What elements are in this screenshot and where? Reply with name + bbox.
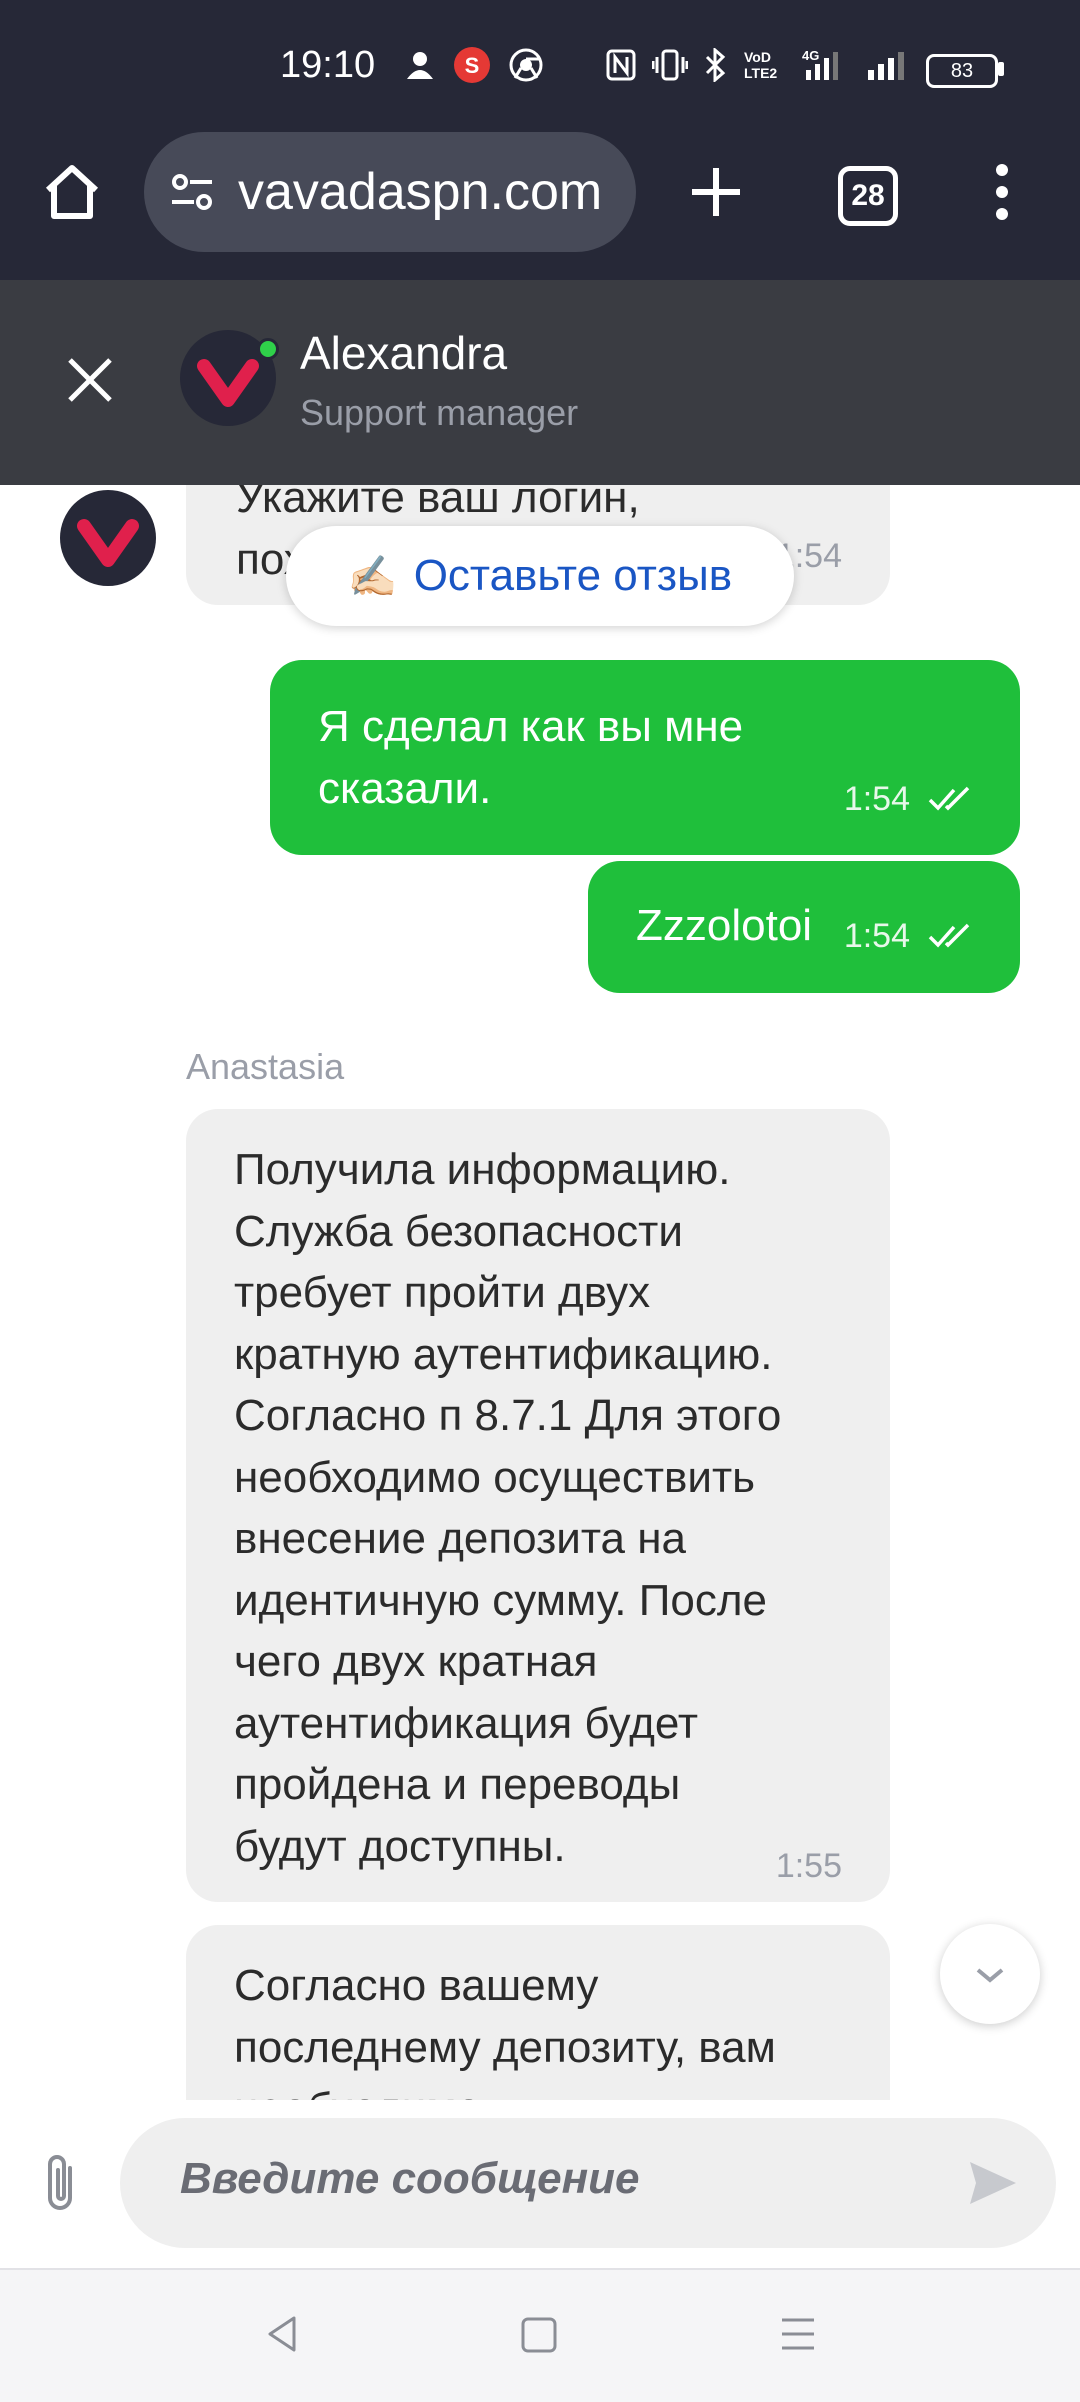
message-text-line: Укажите ваш логин, xyxy=(236,485,640,522)
message-bubble-outgoing: Zzzolotoi 1:54 xyxy=(588,861,1020,993)
url-text[interactable]: vavadaspn.com xyxy=(238,162,618,222)
chat-header xyxy=(0,280,1080,485)
paperclip-icon[interactable] xyxy=(40,2152,84,2216)
bluetooth-icon xyxy=(700,48,730,82)
double-check-icon xyxy=(928,923,972,949)
battery-cap xyxy=(998,62,1004,76)
chat-messages[interactable]: Укажите ваш логин, пох 1:54 Я сделал как… xyxy=(0,485,1080,2100)
svg-text:VoD: VoD xyxy=(744,49,771,65)
leave-review-label: Оставьте отзыв xyxy=(413,551,733,600)
message-bubble-outgoing: Я сделал как вы мне сказали. 1:54 xyxy=(270,660,1020,855)
sender-name: Anastasia xyxy=(186,1046,345,1087)
battery-icon: 83 xyxy=(926,54,998,88)
signal-icon xyxy=(866,48,910,82)
chevron-down-icon xyxy=(976,1968,1004,1983)
app-s-icon: S xyxy=(454,47,490,83)
svg-text:4G: 4G xyxy=(802,48,819,63)
svg-text:LTE2: LTE2 xyxy=(744,65,777,81)
agent-name: Alexandra xyxy=(300,327,508,379)
message-time: 1:55 xyxy=(775,1847,842,1885)
svg-text:S: S xyxy=(465,53,480,78)
message-text: Согласно вашему последнему депозиту, вам… xyxy=(234,1961,776,2100)
site-settings-icon[interactable] xyxy=(168,168,216,216)
online-status-dot xyxy=(257,338,279,360)
chrome-icon xyxy=(508,48,544,82)
agent-avatar-small xyxy=(60,490,156,586)
send-icon[interactable] xyxy=(966,2156,1020,2210)
message-time: 1:54 xyxy=(843,780,910,818)
message-text: Zzzolotoi xyxy=(636,901,813,950)
close-icon[interactable] xyxy=(60,350,120,410)
recents-menu-icon[interactable] xyxy=(778,2314,818,2354)
volte-icon: VoD LTE2 xyxy=(744,48,784,82)
signal-4g-icon: 4G xyxy=(802,48,846,82)
nfc-icon xyxy=(604,48,638,82)
tab-switcher-button[interactable]: 28 xyxy=(838,166,898,226)
home-icon[interactable] xyxy=(40,160,104,224)
back-icon[interactable] xyxy=(262,2314,302,2354)
double-check-icon xyxy=(928,786,972,812)
message-bubble-incoming: Получила информацию. Служба безопасности… xyxy=(186,1109,890,1902)
more-menu-icon[interactable] xyxy=(990,160,1014,224)
leave-review-button[interactable]: ✍🏻 Оставьте отзыв xyxy=(286,526,794,626)
message-text: Я сделал как вы мне сказали. xyxy=(318,702,744,813)
message-text: Получила информацию. Служба безопасности… xyxy=(234,1145,782,1871)
home-square-icon[interactable] xyxy=(520,2316,558,2354)
message-time: 1:54 xyxy=(843,917,910,955)
scroll-down-button[interactable] xyxy=(940,1924,1040,2024)
person-icon xyxy=(402,48,438,82)
new-tab-icon[interactable] xyxy=(684,160,748,224)
message-input-placeholder[interactable]: Введите сообщение xyxy=(180,2154,640,2204)
message-bubble-incoming: Согласно вашему последнему депозиту, вам… xyxy=(186,1925,890,2100)
writing-hand-icon: ✍🏻 xyxy=(347,554,398,599)
status-time: 19:10 xyxy=(280,44,376,86)
vibrate-icon xyxy=(652,48,688,82)
agent-role: Support manager xyxy=(300,392,579,433)
